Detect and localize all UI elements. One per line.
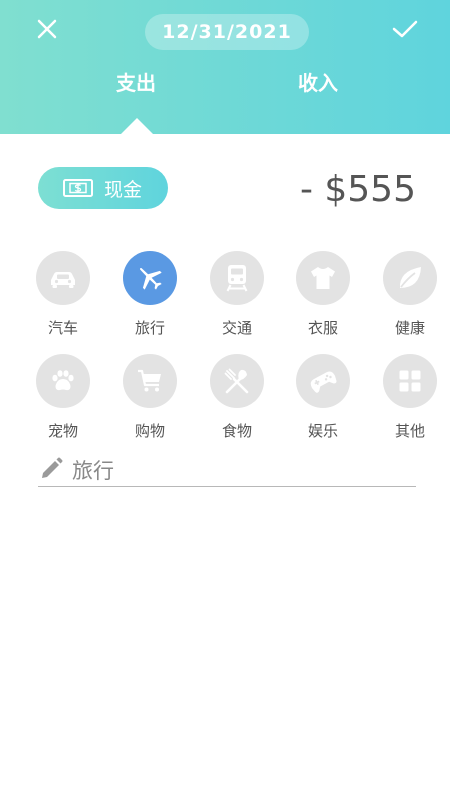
- category-label: 汽车: [47, 319, 78, 337]
- category-pets[interactable]: 宠物: [27, 354, 99, 444]
- cash-icon: [63, 179, 93, 197]
- header-bar: 12/31/2021 支出 收入: [0, 0, 450, 134]
- category-pets-circle: [36, 354, 90, 408]
- date-selector[interactable]: 12/31/2021: [145, 14, 309, 50]
- category-travel-circle: [123, 251, 177, 305]
- category-label: 旅行: [134, 319, 165, 337]
- check-icon[interactable]: [390, 14, 420, 44]
- gamepad-icon: [310, 371, 337, 393]
- category-label: 宠物: [47, 422, 78, 440]
- category-clothes-circle: [296, 251, 350, 305]
- account-selector-button[interactable]: 现金: [38, 167, 168, 209]
- amount-display[interactable]: - $555: [256, 168, 416, 212]
- category-label: 交通: [221, 319, 252, 337]
- tab-expense[interactable]: 支出: [86, 66, 186, 96]
- category-shopping-circle: [123, 354, 177, 408]
- category-label: 购物: [134, 422, 165, 440]
- category-food-circle: [210, 354, 264, 408]
- category-health[interactable]: 健康: [374, 251, 446, 341]
- category-transport[interactable]: 交通: [201, 251, 273, 341]
- active-tab-indicator: [121, 118, 153, 134]
- category-other-circle: [383, 354, 437, 408]
- close-icon[interactable]: [32, 14, 62, 44]
- paw-icon: [52, 370, 74, 391]
- car-icon: [51, 272, 75, 288]
- category-transport-circle: [210, 251, 264, 305]
- category-health-circle: [383, 251, 437, 305]
- category-shopping[interactable]: 购物: [114, 354, 186, 444]
- category-other[interactable]: 其他: [374, 354, 446, 444]
- category-travel[interactable]: 旅行: [114, 251, 186, 341]
- utensils-icon: [224, 368, 249, 394]
- note-input[interactable]: 旅行: [72, 456, 372, 486]
- category-label: 娱乐: [307, 422, 338, 440]
- pencil-icon: [42, 457, 63, 478]
- shirt-icon: [311, 267, 335, 289]
- category-entertainment[interactable]: 娱乐: [287, 354, 359, 444]
- note-underline: [38, 486, 416, 487]
- tab-income[interactable]: 收入: [268, 66, 368, 96]
- category-label: 衣服: [307, 319, 338, 337]
- leaf-icon: [399, 267, 421, 288]
- category-label: 健康: [394, 319, 425, 337]
- category-label: 其他: [394, 422, 425, 440]
- airplane-icon: [140, 268, 162, 290]
- category-food[interactable]: 食物: [201, 354, 273, 444]
- cart-icon: [138, 369, 161, 392]
- train-icon: [226, 265, 248, 292]
- grid-icon: [399, 370, 421, 392]
- account-label: 现金: [104, 178, 143, 201]
- category-car-circle: [36, 251, 90, 305]
- category-entertainment-circle: [296, 354, 350, 408]
- category-car[interactable]: 汽车: [27, 251, 99, 341]
- category-clothes[interactable]: 衣服: [287, 251, 359, 341]
- category-label: 食物: [221, 422, 252, 440]
